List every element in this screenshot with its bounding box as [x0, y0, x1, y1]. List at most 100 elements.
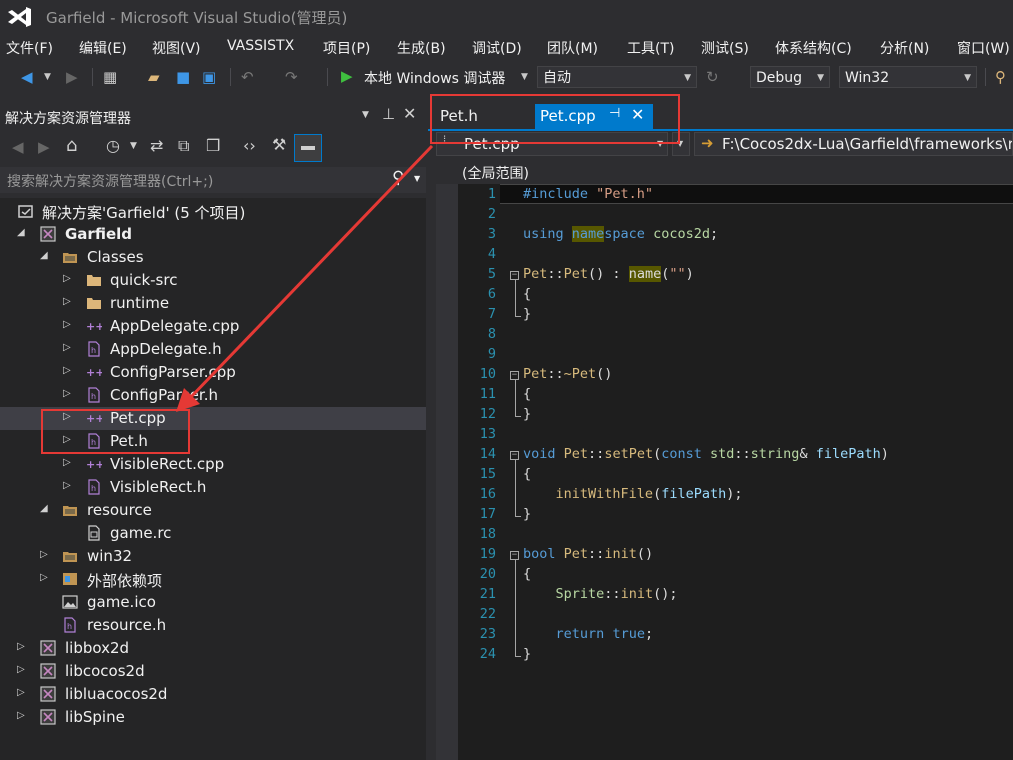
menu-project[interactable]: 项目(P)	[323, 38, 370, 58]
menu-view[interactable]: 视图(V)	[152, 38, 201, 58]
tree-item[interactable]: ▷ h ConfigParser.h	[0, 384, 426, 407]
collapse-arrow-icon[interactable]: ▷	[63, 342, 71, 353]
refresh-icon[interactable]: ↻	[706, 68, 719, 86]
chevron-down-icon[interactable]: ▼	[362, 110, 369, 120]
tree-item-label: VisibleRect.h	[110, 478, 207, 496]
show-all-files-icon[interactable]: ❒	[206, 136, 220, 155]
properties-icon[interactable]: ⚒	[272, 135, 286, 154]
pin-icon[interactable]: ⊥	[382, 105, 395, 123]
collapse-arrow-icon[interactable]: ▷	[17, 710, 25, 721]
expand-arrow-icon[interactable]: ◢	[40, 250, 48, 261]
tree-item[interactable]: ▷ h AppDelegate.h	[0, 338, 426, 361]
view-code-icon[interactable]: ‹›	[243, 136, 256, 155]
tree-item[interactable]: ▷ ++ ConfigParser.cpp	[0, 361, 426, 384]
fold-toggle-icon[interactable]: −	[510, 551, 519, 560]
save-all-icon[interactable]: ▣	[202, 68, 216, 86]
tree-item-label: AppDelegate.cpp	[110, 317, 240, 335]
fold-toggle-icon[interactable]: −	[510, 451, 519, 460]
tree-item-label: resource	[87, 501, 152, 519]
tree-item[interactable]: ▷ quick-src	[0, 269, 426, 292]
menu-build[interactable]: 生成(B)	[397, 38, 446, 58]
scope-dropdown[interactable]: (全局范围)	[462, 163, 529, 183]
line-number: 4	[487, 246, 496, 262]
collapse-arrow-icon[interactable]: ▷	[17, 687, 25, 698]
tree-item[interactable]: ▷ libbox2d	[0, 637, 426, 660]
tree-item[interactable]: ▷ libluacocos2d	[0, 683, 426, 706]
configuration-combo[interactable]: Debug ▼	[750, 66, 830, 88]
line-number: 10	[479, 366, 496, 382]
fold-guide-end	[515, 516, 521, 517]
collapse-arrow-icon[interactable]: ▷	[40, 572, 48, 583]
collapse-arrow-icon[interactable]: ▷	[63, 388, 71, 399]
solution-explorer-search-input[interactable]: 搜索解决方案资源管理器(Ctrl+;) ⚲ ▼	[0, 167, 426, 193]
chevron-down-icon[interactable]: ▼	[521, 72, 528, 82]
tree-item[interactable]: ▷ 外部依赖项	[0, 568, 426, 591]
open-file-icon[interactable]: ▰	[148, 68, 160, 86]
menu-team[interactable]: 团队(M)	[547, 38, 598, 58]
chevron-down-icon[interactable]: ▼	[414, 174, 420, 183]
platform-combo[interactable]: Win32 ▼	[839, 66, 977, 88]
menu-window[interactable]: 窗口(W)	[957, 38, 1010, 58]
expand-arrow-icon[interactable]: ◢	[17, 227, 25, 238]
annotation-box-editor-tab	[430, 94, 680, 144]
run-target-button[interactable]: 本地 Windows 调试器	[364, 68, 505, 88]
close-icon[interactable]: ✕	[403, 104, 416, 123]
chevron-down-icon[interactable]: ▼	[44, 72, 51, 82]
fold-toggle-icon[interactable]: −	[510, 371, 519, 380]
collapse-arrow-icon[interactable]: ▷	[63, 480, 71, 491]
tree-item[interactable]: h resource.h	[0, 614, 426, 637]
tree-item[interactable]: ▷ runtime	[0, 292, 426, 315]
collapse-arrow-icon[interactable]: ▷	[40, 549, 48, 560]
collapse-arrow-icon[interactable]: ▷	[17, 664, 25, 675]
menu-edit[interactable]: 编辑(E)	[79, 38, 127, 58]
chevron-down-icon[interactable]: ▼	[130, 141, 137, 151]
tree-item[interactable]: ◢ resource	[0, 499, 426, 522]
navigate-forward-icon[interactable]: ▶	[66, 68, 78, 86]
menu-file[interactable]: 文件(F)	[6, 38, 53, 58]
navigate-back-icon[interactable]: ◀	[21, 68, 33, 86]
find-in-files-icon[interactable]: ⚲	[995, 68, 1006, 86]
save-icon[interactable]: ■	[176, 68, 190, 86]
menu-debug[interactable]: 调试(D)	[472, 38, 522, 58]
path-dropdown[interactable]: ➜ F:\Cocos2dx-Lua\Garfield\frameworks\ru	[694, 132, 1013, 156]
tree-item[interactable]: ▷ ++ VisibleRect.cpp	[0, 453, 426, 476]
menu-tools[interactable]: 工具(T)	[627, 38, 674, 58]
search-icon[interactable]: ⚲	[392, 168, 404, 188]
pending-changes-filter-icon[interactable]: ◷	[106, 136, 120, 155]
cpp-file-icon: ++	[86, 318, 104, 334]
tree-item[interactable]: ◢ Garfield	[0, 223, 426, 246]
tree-item[interactable]: ▷ ++ AppDelegate.cpp	[0, 315, 426, 338]
tree-item[interactable]: ▷ win32	[0, 545, 426, 568]
tree-item[interactable]: game.rc	[0, 522, 426, 545]
tree-item[interactable]: ▷ h VisibleRect.h	[0, 476, 426, 499]
tree-item[interactable]: ◢ Classes	[0, 246, 426, 269]
menu-architecture[interactable]: 体系结构(C)	[775, 38, 852, 58]
forward-icon[interactable]: ▶	[38, 138, 50, 156]
menu-vassistx[interactable]: VASSISTX	[227, 38, 294, 54]
new-project-icon[interactable]: ▦	[103, 68, 117, 86]
home-icon[interactable]: ⌂	[66, 135, 77, 156]
tree-item[interactable]: game.ico	[0, 591, 426, 614]
solution-mode-combo[interactable]: 自动 ▼	[537, 66, 697, 88]
menu-test[interactable]: 测试(S)	[701, 38, 749, 58]
start-debugging-icon[interactable]: ▶	[341, 67, 353, 85]
undo-icon[interactable]: ↶	[241, 68, 254, 86]
menu-analyze[interactable]: 分析(N)	[880, 38, 929, 58]
tree-item[interactable]: ▷ libSpine	[0, 706, 426, 729]
tree-item[interactable]: ▷ libcocos2d	[0, 660, 426, 683]
collapse-arrow-icon[interactable]: ▷	[17, 641, 25, 652]
collapse-arrow-icon[interactable]: ▷	[63, 296, 71, 307]
redo-icon[interactable]: ↷	[285, 68, 298, 86]
tree-item[interactable]: 解决方案'Garfield' (5 个项目)	[0, 200, 426, 223]
collapse-arrow-icon[interactable]: ▷	[63, 365, 71, 376]
collapse-arrow-icon[interactable]: ▷	[63, 457, 71, 468]
preview-selected-items-button[interactable]	[294, 134, 322, 162]
collapse-arrow-icon[interactable]: ▷	[63, 273, 71, 284]
fold-toggle-icon[interactable]: −	[510, 271, 519, 280]
sync-icon[interactable]: ⇄	[150, 136, 163, 155]
collapse-all-icon[interactable]: ⧉	[178, 136, 189, 156]
expand-arrow-icon[interactable]: ◢	[40, 503, 48, 514]
back-icon[interactable]: ◀	[12, 138, 24, 156]
line-number: 14	[479, 446, 496, 462]
collapse-arrow-icon[interactable]: ▷	[63, 319, 71, 330]
